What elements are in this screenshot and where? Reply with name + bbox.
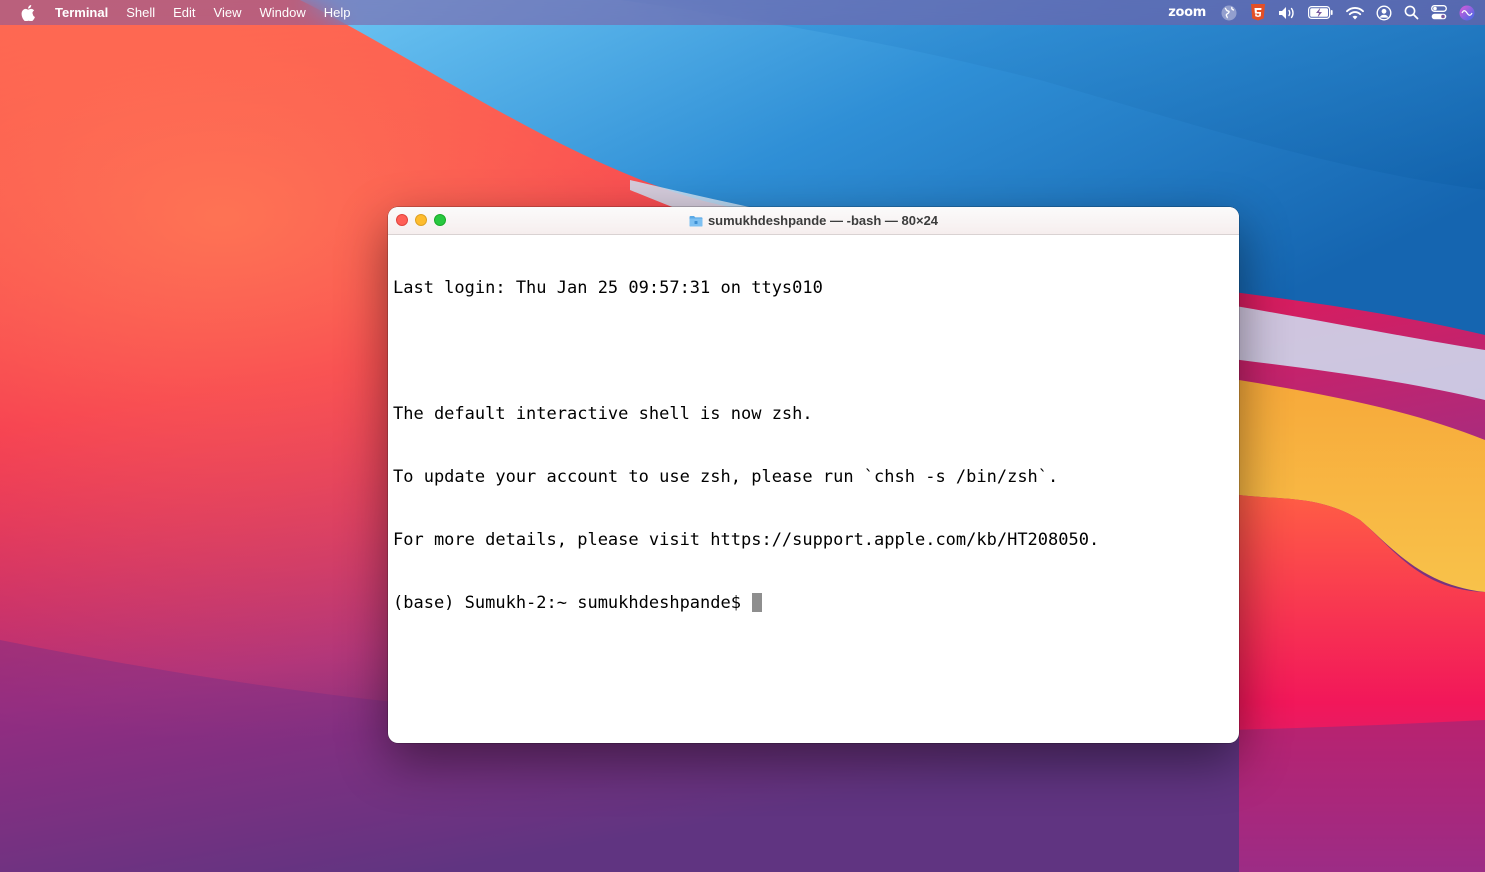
menu-help[interactable]: Help [315, 0, 360, 25]
terminal-output[interactable]: Last login: Thu Jan 25 09:57:31 on ttys0… [388, 235, 1239, 657]
menu-window[interactable]: Window [251, 0, 315, 25]
folder-icon [689, 215, 703, 227]
terminal-titlebar[interactable]: sumukhdeshpande — -bash — 80×24 [388, 207, 1239, 235]
text-cursor [752, 593, 763, 612]
battery-charging-icon[interactable] [1308, 0, 1334, 25]
control-center-icon[interactable] [1431, 0, 1447, 25]
volume-icon[interactable] [1278, 0, 1296, 25]
spotlight-search-icon[interactable] [1404, 0, 1419, 25]
maximize-button[interactable] [434, 214, 446, 226]
terminal-prompt-line[interactable]: (base) Sumukh-2:~ sumukhdeshpande$ [393, 593, 1234, 614]
close-button[interactable] [396, 214, 408, 226]
minimize-button[interactable] [415, 214, 427, 226]
terminal-window[interactable]: sumukhdeshpande — -bash — 80×24 Last log… [388, 207, 1239, 743]
menu-bar: Terminal Shell Edit View Window Help zoo… [0, 0, 1485, 25]
window-title: sumukhdeshpande — -bash — 80×24 [707, 213, 939, 228]
zoom-status-item[interactable]: zoom [1168, 0, 1206, 25]
window-controls [396, 214, 453, 226]
html5-icon[interactable] [1250, 0, 1266, 25]
menu-edit[interactable]: Edit [164, 0, 204, 25]
menu-shell[interactable]: Shell [117, 0, 164, 25]
terminal-line-default-shell: The default interactive shell is now zsh… [393, 404, 813, 424]
menu-app-terminal[interactable]: Terminal [55, 0, 117, 25]
menu-bar-left: Terminal Shell Edit View Window Help [0, 0, 360, 25]
terminal-line-update-account: To update your account to use zsh, pleas… [393, 467, 1059, 487]
globe-icon[interactable] [1220, 0, 1238, 25]
shell-prompt: (base) Sumukh-2:~ sumukhdeshpande$ [393, 593, 752, 613]
window-title-group: sumukhdeshpande — -bash — 80×24 [689, 213, 938, 228]
terminal-line-last-login: Last login: Thu Jan 25 09:57:31 on ttys0… [393, 278, 823, 298]
menu-view[interactable]: View [205, 0, 251, 25]
terminal-line-more-details: For more details, please visit https://s… [393, 530, 1100, 550]
menu-bar-status-area: zoom [1162, 0, 1485, 25]
apple-icon[interactable] [21, 4, 35, 21]
wifi-icon[interactable] [1346, 0, 1364, 25]
user-account-icon[interactable] [1376, 0, 1392, 25]
siri-icon[interactable] [1459, 0, 1475, 25]
